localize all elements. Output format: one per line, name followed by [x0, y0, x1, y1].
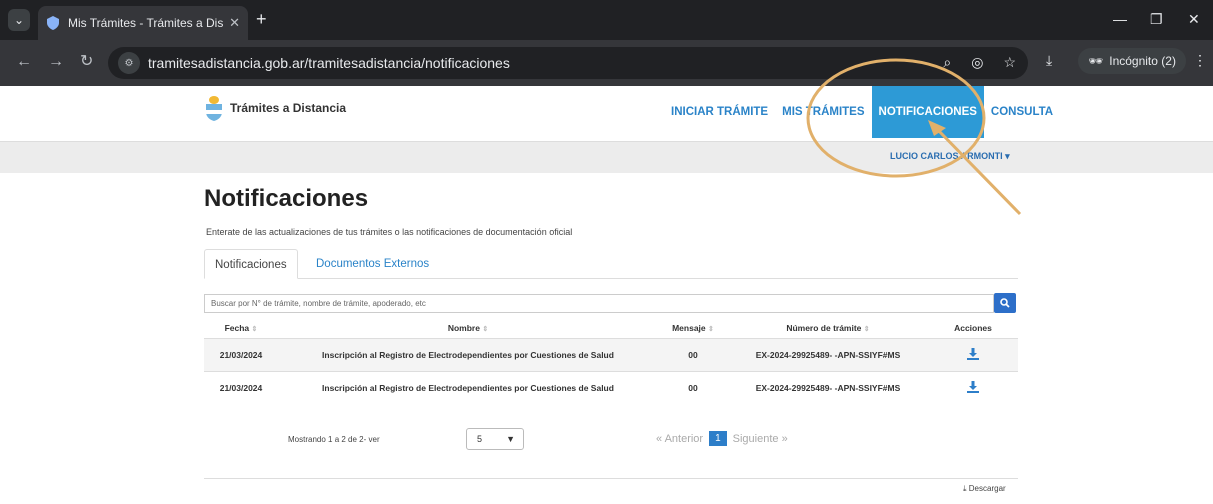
content-tabs: Notificaciones Documentos Externos	[204, 249, 1018, 279]
table-row[interactable]: 21/03/2024 Inscripción al Registro de El…	[204, 370, 1018, 404]
notifications-table: Fecha ⇕ Nombre ⇕ Mensaje ⇕ Número de trá…	[204, 318, 1018, 404]
col-acciones: Acciones	[954, 322, 992, 333]
page-size-value: 5	[477, 434, 483, 444]
browser-tab-strip: ⌄ Mis Trámites - Trámites a Distan ✕ + —…	[0, 0, 1213, 40]
chevron-down-icon: ▼	[506, 434, 515, 444]
download-icon[interactable]	[967, 347, 979, 360]
site-header: Trámites a Distancia INICIAR TRÁMITE MIS…	[0, 86, 1213, 141]
cell-acciones	[928, 370, 1018, 404]
minimize-icon[interactable]: —	[1113, 11, 1127, 27]
tab-title: Mis Trámites - Trámites a Distan	[68, 16, 224, 30]
incognito-badge[interactable]: 🕶 Incógnito (2)	[1078, 48, 1186, 74]
showing-text: Mostrando 1 a 2 de 2- ver	[288, 435, 380, 444]
col-mensaje[interactable]: Mensaje ⇕	[658, 318, 728, 338]
cell-numero: EX-2024-29925489- -APN-SSIYF#MS	[728, 337, 928, 371]
favicon-icon	[46, 16, 60, 30]
download-icon[interactable]	[967, 380, 979, 393]
sort-icon: ⇕	[863, 325, 870, 333]
col-nombre[interactable]: Nombre ⇕	[278, 318, 658, 338]
user-bar: LUCIO CARLOS ARMONTI ▾	[0, 141, 1213, 173]
address-bar[interactable]: ⚙ tramitesadistancia.gob.ar/tramitesadis…	[108, 47, 1028, 79]
search-input[interactable]: Buscar por N° de trámite, nombre de trám…	[204, 294, 994, 313]
cell-fecha: 21/03/2024	[204, 337, 278, 371]
descargar-label: Descargar	[968, 484, 1006, 493]
tab-documentos-externos[interactable]: Documentos Externos	[306, 249, 439, 279]
search-button[interactable]	[994, 293, 1016, 313]
main-nav: INICIAR TRÁMITE MIS TRÁMITES NOTIFICACIO…	[664, 86, 1060, 138]
pagination: « Anterior 1 Siguiente »	[656, 431, 788, 446]
sort-icon: ⇕	[708, 325, 714, 333]
incognito-label: Incógnito (2)	[1109, 54, 1176, 68]
page-title: Notificaciones	[204, 185, 369, 212]
sort-icon: ⇕	[251, 325, 258, 333]
tab-search-icon[interactable]: ⌄	[8, 9, 30, 31]
cell-mensaje: 00	[658, 370, 728, 404]
site-logo[interactable]: Trámites a Distancia	[204, 95, 346, 121]
nav-consulta[interactable]: CONSULTA	[984, 86, 1060, 138]
page-subtitle: Enterate de las actualizaciones de tus t…	[206, 227, 573, 237]
cell-nombre: Inscripción al Registro de Electrodepend…	[278, 337, 658, 371]
close-tab-icon[interactable]: ✕	[229, 15, 240, 31]
divider	[204, 478, 1018, 479]
cell-mensaje: 00	[658, 337, 728, 371]
back-icon[interactable]: ←	[16, 54, 32, 70]
incognito-icon: 🕶	[1088, 54, 1104, 68]
prev-page[interactable]: « Anterior	[656, 433, 703, 445]
col-fecha[interactable]: Fecha ⇕	[204, 318, 278, 338]
cell-nombre: Inscripción al Registro de Electrodepend…	[278, 370, 658, 404]
current-page[interactable]: 1	[709, 431, 727, 446]
descargar-link[interactable]: ⤓ Descargar	[963, 484, 1006, 494]
tab-notificaciones[interactable]: Notificaciones	[204, 249, 298, 279]
brand-name: Trámites a Distancia	[230, 101, 347, 115]
browser-toolbar: ← → ↻ ⚙ tramitesadistancia.gob.ar/tramit…	[0, 40, 1213, 86]
cell-acciones	[928, 337, 1018, 371]
user-menu[interactable]: LUCIO CARLOS ARMONTI ▾	[890, 151, 1010, 162]
nav-mis-tramites[interactable]: MIS TRÁMITES	[775, 86, 871, 138]
next-page[interactable]: Siguiente »	[733, 433, 788, 445]
page-size-select[interactable]: 5 ▼	[466, 428, 524, 450]
cell-numero: EX-2024-29925489- -APN-SSIYF#MS	[728, 370, 928, 404]
cell-fecha: 21/03/2024	[204, 370, 278, 404]
restore-icon[interactable]: ❐	[1150, 11, 1163, 28]
site-info-icon[interactable]: ⚙	[118, 52, 140, 74]
search-icon	[1000, 298, 1010, 308]
menu-kebab-icon[interactable]: ⋮	[1193, 52, 1207, 69]
new-tab-icon[interactable]: +	[256, 10, 267, 28]
zoom-icon[interactable]: ⌕	[943, 54, 951, 71]
url-text: tramitesadistancia.gob.ar/tramitesadista…	[148, 55, 510, 71]
nav-iniciar-tramite[interactable]: INICIAR TRÁMITE	[664, 86, 775, 138]
sort-icon: ⇕	[482, 325, 489, 333]
close-window-icon[interactable]: ✕	[1188, 11, 1200, 28]
browser-tab[interactable]: Mis Trámites - Trámites a Distan ✕	[38, 6, 248, 40]
eye-slash-icon[interactable]: ◎	[971, 54, 983, 71]
coat-of-arms-icon	[206, 96, 222, 121]
nav-notificaciones[interactable]: NOTIFICACIONES	[871, 86, 984, 138]
table-row[interactable]: 21/03/2024 Inscripción al Registro de El…	[204, 337, 1018, 371]
reload-icon[interactable]: ↻	[80, 54, 93, 70]
star-icon[interactable]: ☆	[1003, 54, 1016, 71]
download-icon[interactable]: ⤓	[1046, 52, 1052, 69]
download-small-icon: ⤓	[963, 484, 967, 493]
col-numero[interactable]: Número de trámite ⇕	[728, 318, 928, 338]
forward-icon[interactable]: →	[48, 54, 64, 70]
